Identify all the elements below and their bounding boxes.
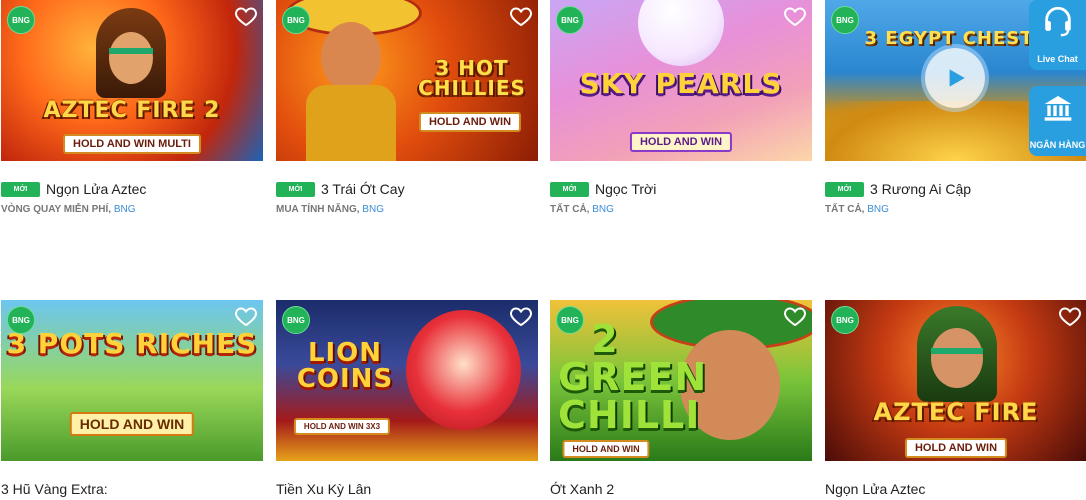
new-tag: MỚI: [276, 181, 315, 197]
game-thumbnail[interactable]: AZTEC FIRE HOLD AND WIN BNG: [825, 300, 1086, 461]
provider-link[interactable]: BNG: [592, 204, 614, 215]
game-categories: VÒNG QUAY MIỄN PHÍ, BNG: [1, 204, 263, 215]
game-logo-subtitle: HOLD AND WIN: [629, 132, 733, 152]
category-text: MUA TÍNH NĂNG,: [276, 204, 363, 215]
live-chat-button[interactable]: Live Chat: [1029, 0, 1086, 70]
heart-icon[interactable]: [509, 4, 533, 28]
provider-badge: BNG: [831, 306, 859, 334]
heart-icon[interactable]: [509, 304, 533, 328]
game-card[interactable]: SKY PEARLS HOLD AND WIN BNG MỚI Ngọc Trờ…: [550, 0, 812, 215]
headset-icon: [1045, 6, 1071, 37]
new-tag: MỚI: [825, 181, 864, 197]
provider-link[interactable]: BNG: [362, 204, 384, 215]
category-text: VÒNG QUAY MIỄN PHÍ,: [1, 204, 114, 215]
provider-badge: BNG: [7, 6, 35, 34]
game-logo: 2 GREEN CHILLI: [558, 317, 708, 437]
game-logo-subtitle: HOLD AND WIN: [69, 412, 195, 436]
provider-badge: BNG: [282, 6, 310, 34]
play-icon: [949, 69, 965, 87]
bank-button[interactable]: NGÂN HÀNG: [1029, 86, 1086, 156]
bank-icon: [1044, 96, 1072, 121]
game-card[interactable]: AZTEC FIRE 2 HOLD AND WIN MULTI BNG MỚI …: [1, 0, 263, 215]
new-tag: MỚI: [1, 181, 40, 197]
game-logo: AZTEC FIRE 2: [43, 98, 221, 123]
heart-icon[interactable]: [783, 4, 807, 28]
game-card[interactable]: 2 GREEN CHILLI HOLD AND WIN BNG Ớt Xanh …: [550, 300, 812, 500]
play-button[interactable]: [925, 48, 985, 108]
game-logo: 3 POTS RICHES: [6, 327, 258, 360]
game-categories: TẤT CẢ, BNG: [825, 204, 1086, 215]
game-logo: SKY PEARLS: [579, 67, 783, 100]
game-title[interactable]: Ngọn Lửa Aztec: [825, 481, 925, 497]
provider-badge: BNG: [556, 6, 584, 34]
provider-badge: BNG: [282, 306, 310, 334]
category-text: TẤT CẢ,: [825, 204, 868, 215]
bank-label: NGÂN HÀNG: [1029, 140, 1086, 150]
game-title[interactable]: 3 Rương Ai Cập: [870, 181, 971, 197]
provider-badge: BNG: [7, 306, 35, 334]
provider-link[interactable]: BNG: [114, 204, 136, 215]
provider-badge: BNG: [831, 6, 859, 34]
game-thumbnail[interactable]: SKY PEARLS HOLD AND WIN BNG: [550, 0, 812, 161]
game-title[interactable]: Ngọn Lửa Aztec: [46, 181, 146, 197]
game-categories: MUA TÍNH NĂNG, BNG: [276, 204, 538, 215]
game-thumbnail[interactable]: AZTEC FIRE 2 HOLD AND WIN MULTI BNG: [1, 0, 263, 161]
game-logo-subtitle: HOLD AND WIN 3X3: [293, 418, 391, 435]
provider-link[interactable]: BNG: [867, 204, 889, 215]
game-title[interactable]: Ngọc Trời: [595, 181, 656, 197]
game-title[interactable]: Ớt Xanh 2: [550, 481, 614, 497]
new-tag: MỚI: [550, 181, 589, 197]
game-card[interactable]: AZTEC FIRE HOLD AND WIN BNG Ngọn Lửa Azt…: [825, 300, 1086, 500]
heart-icon[interactable]: [1058, 304, 1082, 328]
game-logo-subtitle: HOLD AND WIN: [562, 440, 650, 458]
category-text: TẤT CẢ,: [550, 204, 593, 215]
game-card[interactable]: 3 HOT CHILLIES HOLD AND WIN BNG MỚI 3 Tr…: [276, 0, 538, 215]
game-logo: 3 HOT CHILLIES: [418, 56, 526, 100]
game-logo: AZTEC FIRE: [873, 398, 1039, 426]
game-logo-subtitle: HOLD AND WIN MULTI: [63, 134, 201, 154]
game-thumbnail[interactable]: LION COINS HOLD AND WIN 3X3 BNG: [276, 300, 538, 461]
game-title[interactable]: 3 Trái Ớt Cay: [321, 181, 405, 197]
live-chat-label: Live Chat: [1037, 54, 1078, 64]
game-thumbnail[interactable]: 3 POTS RICHES HOLD AND WIN BNG: [1, 300, 263, 461]
game-thumbnail[interactable]: 2 GREEN CHILLI HOLD AND WIN BNG: [550, 300, 812, 461]
game-title[interactable]: 3 Hũ Vàng Extra:: [1, 481, 108, 497]
game-logo-subtitle: HOLD AND WIN: [904, 438, 1008, 458]
provider-badge: BNG: [556, 306, 584, 334]
game-thumbnail[interactable]: 3 HOT CHILLIES HOLD AND WIN BNG: [276, 0, 538, 161]
game-card[interactable]: LION COINS HOLD AND WIN 3X3 BNG Tiền Xu …: [276, 300, 538, 500]
game-card[interactable]: 3 POTS RICHES HOLD AND WIN BNG 3 Hũ Vàng…: [1, 300, 263, 500]
game-logo: LION COINS: [296, 338, 394, 394]
heart-icon[interactable]: [234, 304, 258, 328]
heart-icon[interactable]: [234, 4, 258, 28]
game-title[interactable]: Tiền Xu Kỳ Lân: [276, 481, 371, 497]
heart-icon[interactable]: [783, 304, 807, 328]
game-logo-subtitle: HOLD AND WIN: [418, 112, 522, 132]
game-categories: TẤT CẢ, BNG: [550, 204, 812, 215]
